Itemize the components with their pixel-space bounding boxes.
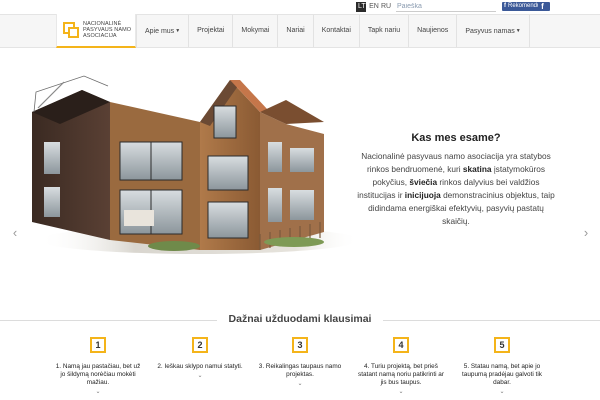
- step-question: 2. Ieškau sklypo namui statyti.: [157, 363, 243, 370]
- nav-item-pasyvus-namas[interactable]: Pasyvus namas▼: [457, 15, 530, 47]
- chevron-down-icon: ⌄: [398, 389, 404, 395]
- nav-item-mokymai[interactable]: Mokymai: [233, 15, 279, 47]
- hero-text-highlight: inicijuoja: [404, 190, 441, 200]
- logo-squares-icon: [63, 22, 79, 38]
- hero-title: Kas mes esame?: [411, 132, 501, 144]
- faq-step-2[interactable]: 2 2. Ieškau sklypo namui statyti. ⌄: [152, 337, 248, 379]
- slider-next-icon[interactable]: ›: [580, 226, 592, 240]
- nav-item-naujienos[interactable]: Naujienos: [409, 15, 458, 47]
- nav-item-kontaktai[interactable]: Kontaktai: [314, 15, 360, 47]
- language-lt[interactable]: LT: [356, 2, 366, 12]
- step-number-badge: 2: [192, 337, 208, 353]
- nav-item-tapk-nariu[interactable]: Tapk nariu: [360, 15, 410, 47]
- language-en[interactable]: EN: [369, 2, 379, 12]
- facebook-icon: f: [504, 3, 506, 9]
- hero-text-highlight: skatina: [462, 164, 492, 174]
- nav-item-apie-mus[interactable]: Apie mus▼: [136, 15, 190, 47]
- step-number-badge: 4: [393, 337, 409, 353]
- chevron-down-icon: ⌄: [297, 381, 303, 387]
- facebook-page-icon[interactable]: f: [538, 2, 547, 11]
- search-input[interactable]: [396, 1, 496, 12]
- language-ru[interactable]: RU: [381, 2, 391, 12]
- faq-step-5[interactable]: 5 5. Statau namą, bet apie jo taupumą pr…: [454, 337, 550, 395]
- hero-text-highlight: šviečia: [409, 177, 438, 187]
- step-question: 5. Statau namą, bet apie jo taupumą prad…: [462, 363, 542, 386]
- slider-prev-icon[interactable]: ‹: [9, 226, 21, 240]
- hero-slider: ‹ › Kas mes esame? Nacionalinė pasyvaus …: [0, 50, 600, 308]
- site-logo[interactable]: Nacionalinė pasyvaus namo asociacija: [56, 14, 136, 48]
- nav-item-projektai[interactable]: Projektai: [189, 15, 234, 47]
- top-utility-bar: LT EN RU f Rekomenduoti f: [0, 0, 600, 13]
- chevron-down-icon: ⌄: [95, 389, 101, 395]
- caret-down-icon: ▼: [515, 28, 521, 34]
- faq-title: Dažnai užduodami klausimai: [217, 313, 383, 325]
- step-question: 3. Reikalingas taupaus namo projektas.: [258, 363, 342, 378]
- passive-house-illustration: [32, 75, 354, 254]
- step-question: 1. Namą jau pastačiau, bet už jo šildymą…: [55, 363, 141, 386]
- faq-step-3[interactable]: 3 3. Reikalingas taupaus namo projektas.…: [252, 337, 348, 387]
- nav-item-nariai[interactable]: Nariai: [278, 15, 314, 47]
- chevron-down-icon: ⌄: [197, 373, 203, 379]
- faq-step-1[interactable]: 1 1. Namą jau pastačiau, bet už jo šildy…: [50, 337, 146, 395]
- hero-description: Nacionalinė pasyvaus namo asociacija yra…: [357, 150, 555, 228]
- step-question: 4. Turiu projektą, bet prieš statant nam…: [358, 363, 444, 386]
- logo-text: Nacionalinė pasyvaus namo asociacija: [83, 21, 131, 39]
- main-menu: Apie mus▼ Projektai Mokymai Nariai Konta…: [136, 15, 530, 47]
- chevron-down-icon: ⌄: [499, 389, 505, 395]
- step-number-badge: 5: [494, 337, 510, 353]
- caret-down-icon: ▼: [175, 28, 181, 34]
- step-number-badge: 1: [90, 337, 106, 353]
- faq-step-4[interactable]: 4 4. Turiu projektą, bet prieš statant n…: [353, 337, 449, 395]
- step-number-badge: 3: [292, 337, 308, 353]
- logo-line: asociacija: [83, 33, 117, 39]
